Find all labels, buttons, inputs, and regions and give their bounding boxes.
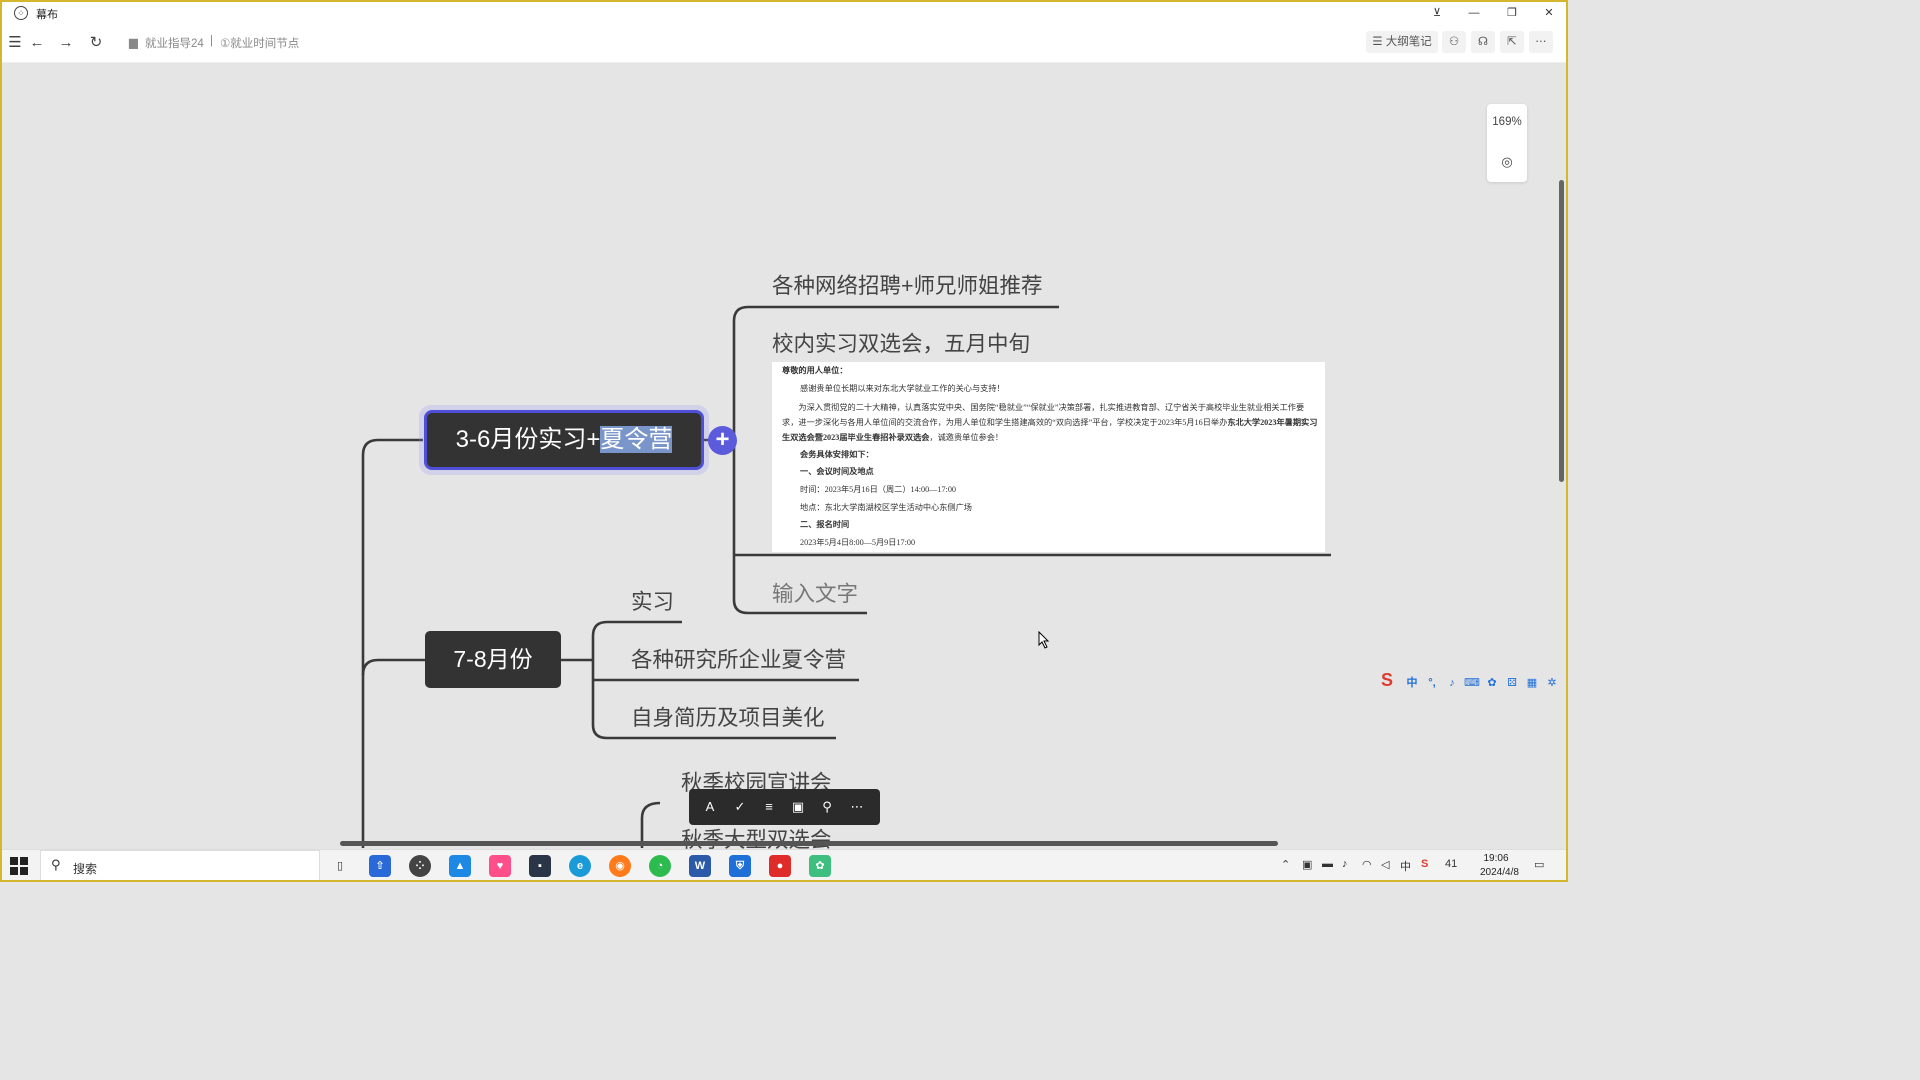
notice-image[interactable]: 尊敬的用人单位： 感谢贵单位长期以来对东北大学就业工作的关心与支持！ 为深入贯彻… [772,362,1325,552]
tray-wifi-icon[interactable]: ◠ [1362,858,1372,871]
firefox-browser-icon[interactable]: ◉ [609,855,631,877]
topic-internship[interactable]: 实习 [631,585,674,616]
image-icon[interactable]: ▣ [789,798,807,816]
more-icon[interactable]: ⋯ [848,798,866,816]
mubu-app-icon[interactable]: ⁘ [409,855,431,877]
photos-app-icon[interactable]: ▲ [449,855,471,877]
notice-body: 为深入贯彻党的二十大精神，认真落实党中央、国务院“稳就业”“保就业”决策部署，扎… [782,403,1318,442]
tray-app-icon[interactable]: ▣ [1302,858,1312,871]
note-icon[interactable]: ≡ [760,798,778,816]
skin-icon[interactable]: ✿ [1484,675,1500,691]
check-circle-icon[interactable]: ✓ [731,798,749,816]
notice-thanks: 感谢贵单位长期以来对东北大学就业工作的关心与支持！ [800,384,1005,393]
keyboard-icon[interactable]: ⌨ [1464,675,1480,691]
gamepad-icon[interactable]: ⚄ [1504,675,1520,691]
red-app-icon[interactable]: ● [769,855,791,877]
tray-ime-indicator[interactable]: 中 [1400,858,1411,874]
notice-time: 时间：2023年5月16日（周二）14:00—17:00 [800,485,957,494]
toolbox-icon[interactable]: ▦ [1524,675,1540,691]
clock-date: 2024/4/8 [1480,867,1519,878]
notice-place: 地点：东北大学南湖校区学生活动中心东侧广场 [800,503,972,512]
ime-toolbar: S 中 °, ♪ ⌨ ✿ ⚄ ▦ ✲ [1374,670,1560,696]
taskbar-clock[interactable]: 19:06 2024/4/8 [1480,852,1519,880]
microphone-icon[interactable]: ♪ [1444,675,1460,691]
notice-section1: 一、会议时间及地点 [800,467,874,476]
mouse-cursor-icon [1038,631,1050,649]
dark-app-icon[interactable]: ▪ [529,855,551,877]
search-placeholder: 搜索 [73,862,98,876]
node-format-toolbar: A ✓ ≡ ▣ ⚲ ⋯ [689,789,880,825]
pink-app-icon[interactable]: ♥ [489,855,511,877]
windows-start-icon[interactable] [10,857,28,875]
notice-reg-time: 2023年5月4日8:00—5月9日17:00 [800,538,916,547]
windows-taskbar: ⚲ 搜索 ▯ ⇧ ⁘ ▲ ♥ ▪ e ◉ ◔ W ⛨ ● ✿ ⌃ ▣ ▬ ♪ ◠… [2,849,1566,881]
notice-salutation: 尊敬的用人单位： [782,366,848,375]
settings-gear-icon[interactable]: ✲ [1544,675,1560,691]
topic-input-placeholder[interactable]: 输入文字 [772,577,858,608]
tray-temperature: 41 [1445,858,1458,870]
wechat-app-icon[interactable]: ◔ [649,855,671,877]
ime-punct[interactable]: °, [1424,675,1440,691]
notification-icon[interactable]: ▭ [1534,858,1544,871]
search-icon: ⚲ [51,857,61,872]
link-icon[interactable]: ⚲ [818,798,836,816]
task-view-icon[interactable]: ▯ [329,855,351,877]
tray-chevron-icon[interactable]: ⌃ [1281,858,1290,871]
clock-time: 19:06 [1483,853,1509,864]
tray-sogou-icon[interactable]: S [1421,858,1428,870]
sogou-logo-icon[interactable]: S [1376,671,1398,694]
root-topic-selected-text: 夏令营 [600,426,673,453]
tray-microphone-icon[interactable]: ♪ [1342,858,1348,870]
add-child-plus-button[interactable]: + [708,426,737,455]
horizontal-scrollbar[interactable] [340,841,1278,846]
topic-online-recruitment[interactable]: 各种网络招聘+师兄师姐推荐 [772,269,1043,300]
tray-volume-icon[interactable]: ◁ [1381,858,1389,871]
word-app-icon[interactable]: W [689,855,711,877]
store-app-icon[interactable]: ⇧ [369,855,391,877]
root-topic-node[interactable]: 3-6月份实习+夏令营 [424,410,704,470]
text-style-icon[interactable]: A [701,798,719,816]
root-topic-text: 3-6月份实习+ [455,426,601,453]
topic-summer-camps[interactable]: 各种研究所企业夏令营 [631,643,846,674]
ime-mode[interactable]: 中 [1404,675,1420,691]
shield-app-icon[interactable]: ⛨ [729,855,751,877]
tray-battery-icon: ▬ [1322,858,1333,870]
notice-arrange-title: 会务具体安排如下： [800,450,874,459]
notice-section2: 二、报名时间 [800,520,850,529]
green-app-icon[interactable]: ✿ [809,855,831,877]
topic-campus-job-fair[interactable]: 校内实习双选会，五月中旬 [772,327,1030,358]
vertical-scrollbar[interactable] [1559,180,1564,482]
topic-resume-polish[interactable]: 自身简历及项目美化 [631,701,825,732]
topic-node-july-august[interactable]: 7-8月份 [425,631,561,688]
taskbar-search-box[interactable]: ⚲ 搜索 [40,850,320,881]
edge-browser-icon[interactable]: e [569,855,591,877]
